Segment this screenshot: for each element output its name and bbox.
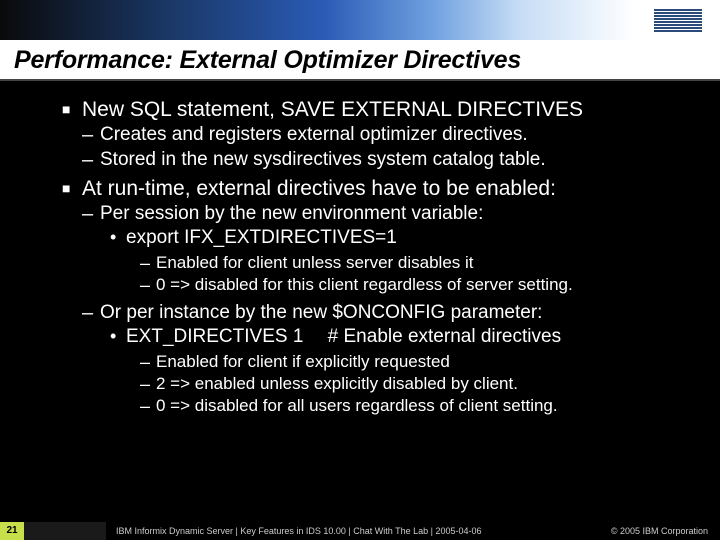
bullet-l1: New SQL statement, SAVE EXTERNAL DIRECTI…	[62, 97, 720, 172]
copyright: © 2005 IBM Corporation	[611, 526, 720, 536]
bullet-text: export IFX_EXTDIRECTIVES=1	[126, 227, 397, 248]
footer-text: IBM Informix Dynamic Server | Key Featur…	[106, 526, 611, 536]
bullet-l1: At run-time, external directives have to…	[62, 176, 720, 417]
bullet-l3: export IFX_EXTDIRECTIVES=1 Enabled for c…	[108, 226, 720, 295]
bullet-l4: 0 => disabled for all users regardless o…	[140, 395, 720, 416]
ibm-logo-icon	[654, 9, 702, 32]
title-bar: Performance: External Optimizer Directiv…	[0, 40, 720, 81]
bullet-l3: EXT_DIRECTIVES 1 # Enable external direc…	[108, 325, 720, 417]
bullet-l4: Enabled for client unless server disable…	[140, 252, 720, 273]
slide-content: New SQL statement, SAVE EXTERNAL DIRECTI…	[0, 81, 720, 416]
bullet-l2: Stored in the new sysdirectives system c…	[82, 148, 720, 172]
bullet-l4: Enabled for client if explicitly request…	[140, 351, 720, 372]
slide: Performance: External Optimizer Directiv…	[0, 0, 720, 540]
bullet-l4: 2 => enabled unless explicitly disabled …	[140, 373, 720, 394]
bullet-text: Or per instance by the new $ONCONFIG par…	[100, 302, 542, 323]
bullet-text: New SQL statement, SAVE EXTERNAL DIRECTI…	[82, 98, 583, 121]
bullet-text: At run-time, external directives have to…	[82, 177, 556, 200]
bullet-text: EXT_DIRECTIVES 1 # Enable external direc…	[126, 326, 561, 347]
bullet-l2: Creates and registers external optimizer…	[82, 123, 720, 147]
bullet-l2: Per session by the new environment varia…	[82, 202, 720, 295]
bullet-l2: Or per instance by the new $ONCONFIG par…	[82, 301, 720, 416]
bullet-text: Per session by the new environment varia…	[100, 203, 483, 224]
top-banner	[0, 0, 720, 40]
footer-divider	[24, 522, 106, 540]
page-number: 21	[0, 522, 24, 540]
bullet-l4: 0 => disabled for this client regardless…	[140, 274, 720, 295]
slide-title: Performance: External Optimizer Directiv…	[14, 46, 706, 75]
footer: 21 IBM Informix Dynamic Server | Key Fea…	[0, 522, 720, 540]
